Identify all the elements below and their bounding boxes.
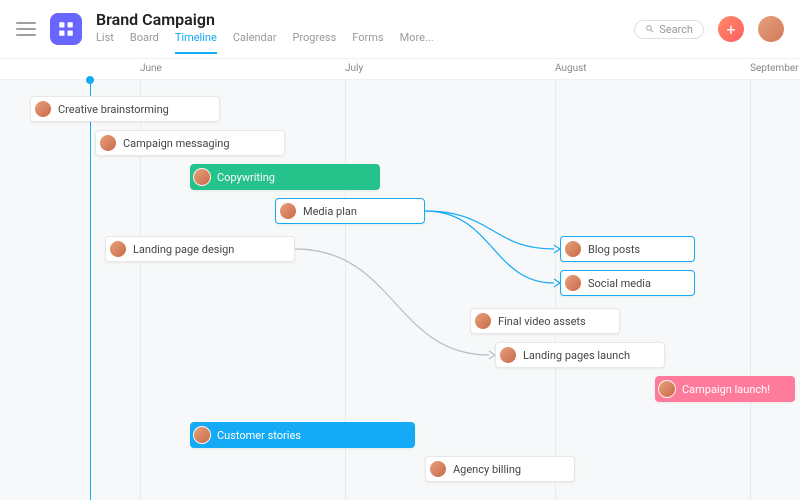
task-label: Final video assets	[498, 315, 586, 328]
timeline: June July August September Creative brainst…	[0, 58, 800, 500]
assignee-avatar	[474, 312, 492, 330]
assignee-avatar	[429, 460, 447, 478]
task-landing-page-design[interactable]: Landing page design	[105, 236, 295, 262]
tab-board[interactable]: Board	[130, 31, 159, 48]
task-label: Blog posts	[588, 243, 640, 256]
search-placeholder: Search	[659, 23, 693, 36]
tab-forms[interactable]: Forms	[352, 31, 383, 48]
task-label: Creative brainstorming	[58, 103, 169, 116]
user-avatar[interactable]	[758, 16, 784, 42]
project-title: Brand Campaign	[96, 10, 434, 29]
task-social-media[interactable]: Social media	[560, 270, 695, 296]
task-label: Media plan	[303, 205, 357, 218]
task-creative-brainstorming[interactable]: Creative brainstorming	[30, 96, 220, 122]
task-final-video-assets[interactable]: Final video assets	[470, 308, 620, 334]
task-label: Social media	[588, 277, 651, 290]
task-landing-pages-launch[interactable]: Landing pages launch	[495, 342, 665, 368]
search-input[interactable]: Search	[634, 20, 704, 39]
task-label: Agency billing	[453, 463, 521, 476]
assignee-avatar	[193, 426, 211, 444]
month-header: June July August September	[0, 58, 800, 80]
task-label: Landing pages launch	[523, 349, 630, 362]
tabs: ListBoardTimelineCalendarProgressFormsMo…	[96, 31, 434, 48]
month-label: September	[750, 63, 799, 74]
task-agency-billing[interactable]: Agency billing	[425, 456, 575, 482]
title-tabs: Brand Campaign ListBoardTimelineCalendar…	[96, 10, 434, 48]
task-copywriting[interactable]: Copywriting	[190, 164, 380, 190]
assignee-avatar	[99, 134, 117, 152]
task-customer-stories[interactable]: Customer stories	[190, 422, 415, 448]
tab-list[interactable]: List	[96, 31, 114, 48]
month-label: July	[345, 63, 363, 74]
task-label: Customer stories	[217, 429, 301, 442]
search-icon	[645, 24, 655, 34]
assignee-avatar	[658, 380, 676, 398]
project-icon	[50, 13, 82, 45]
assignee-avatar	[279, 202, 297, 220]
task-label: Landing page design	[133, 243, 234, 256]
task-media-plan[interactable]: Media plan	[275, 198, 425, 224]
task-label: Campaign launch!	[682, 383, 770, 396]
tab-progress[interactable]: Progress	[292, 31, 336, 48]
assignee-avatar	[564, 240, 582, 258]
assignee-avatar	[34, 100, 52, 118]
assignee-avatar	[109, 240, 127, 258]
task-label: Copywriting	[217, 171, 275, 184]
task-blog-posts[interactable]: Blog posts	[560, 236, 695, 262]
assignee-avatar	[499, 346, 517, 364]
today-line	[90, 80, 91, 500]
assignee-avatar	[564, 274, 582, 292]
month-label: August	[555, 63, 587, 74]
assignee-avatar	[193, 168, 211, 186]
today-dot	[86, 76, 94, 84]
header: Brand Campaign List Board Timeline Calendar…	[0, 0, 800, 58]
task-campaign-launch[interactable]: Campaign launch!	[655, 376, 795, 402]
add-button[interactable]: +	[718, 16, 744, 42]
tab-more[interactable]: More...	[400, 31, 434, 48]
grid-line	[555, 80, 556, 500]
month-label: June	[140, 63, 162, 74]
tab-timeline[interactable]: Timeline	[175, 31, 217, 54]
task-label: Campaign messaging	[123, 137, 230, 150]
menu-icon[interactable]	[16, 22, 36, 36]
task-campaign-messaging[interactable]: Campaign messaging	[95, 130, 285, 156]
tab-calendar[interactable]: Calendar	[233, 31, 277, 48]
grid-line	[750, 80, 751, 500]
